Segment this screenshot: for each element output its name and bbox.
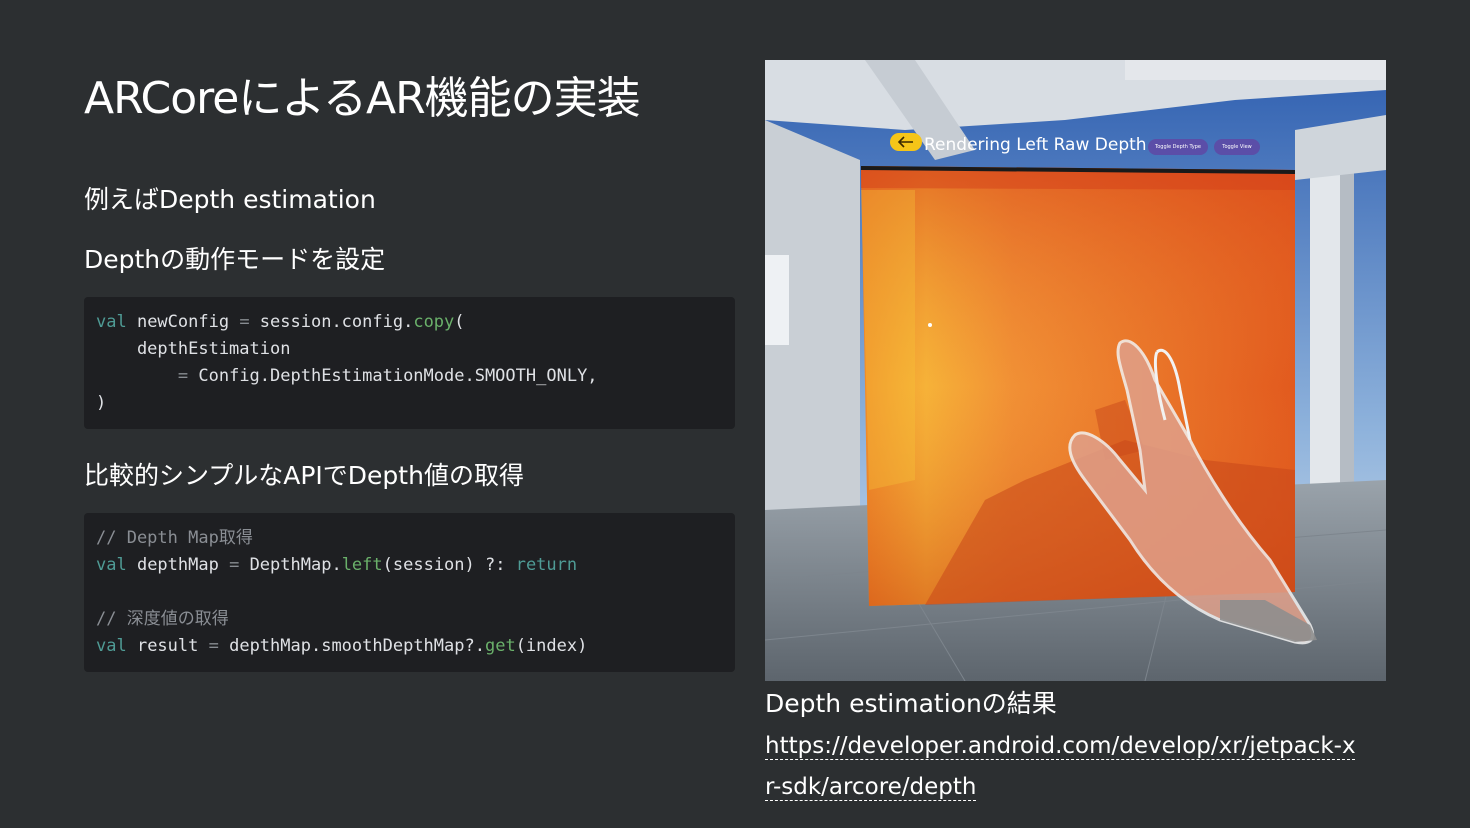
subtitle-depth-mode: Depthの動作モードを設定 — [84, 245, 386, 274]
code-operator: = — [208, 636, 219, 656]
code-comment: // 深度値の取得 — [96, 609, 229, 629]
code-text: ) — [96, 393, 107, 413]
code-keyword: val — [96, 636, 127, 656]
code-function: left — [341, 555, 383, 575]
toggle-depth-type-button[interactable]: Toggle Depth Type — [1148, 139, 1208, 155]
code-function: get — [484, 636, 516, 656]
code-text: depthEstimation — [96, 339, 291, 359]
panel-title: Rendering Left Raw Depth — [924, 135, 1147, 155]
pointer-dot — [928, 323, 932, 327]
code-text: newConfig — [126, 312, 240, 332]
slide-title: ARCoreによるAR機能の実装 — [84, 73, 641, 124]
code-text: result — [126, 636, 209, 656]
code-text: DepthMap. — [239, 555, 342, 575]
subtitle-depth-estimation: 例えばDepth estimation — [84, 185, 376, 214]
code-line: ) — [96, 390, 723, 417]
subtitle-simple-api: 比較的シンプルなAPIでDepth値の取得 — [84, 461, 524, 490]
depth-estimation-screenshot: Rendering Left Raw Depth Toggle Depth Ty… — [765, 60, 1386, 681]
code-line: = Config.DepthEstimationMode.SMOOTH_ONLY… — [96, 363, 723, 390]
code-keyword: val — [96, 555, 127, 575]
code-line: // Depth Map取得 — [96, 525, 723, 552]
code-line: depthEstimation — [96, 336, 723, 363]
code-text: session.config. — [249, 312, 414, 332]
code-line: // 深度値の取得 — [96, 606, 723, 633]
code-line: val depthMap = DepthMap.left(session) ?:… — [96, 552, 723, 579]
screenshot-caption: Depth estimationの結果 — [765, 689, 1057, 718]
code-keyword: val — [96, 312, 127, 332]
code-block-config: val newConfig = session.config.copy( dep… — [84, 297, 735, 429]
code-line: val result = depthMap.smoothDepthMap?.ge… — [96, 633, 723, 660]
toggle-view-button[interactable]: Toggle View — [1214, 139, 1260, 155]
code-line: val newConfig = session.config.copy( — [96, 309, 723, 336]
code-operator: = — [239, 312, 250, 332]
code-text: Config.DepthEstimationMode.SMOOTH_ONLY, — [188, 366, 598, 386]
code-operator: = — [229, 555, 240, 575]
code-keyword: return — [515, 555, 578, 575]
code-operator: = — [177, 366, 189, 386]
code-text: (session) ?: — [382, 555, 516, 575]
code-text: depthMap.smoothDepthMap?. — [218, 636, 485, 656]
code-text: (index) — [515, 636, 588, 656]
code-comment: // Depth Map取得 — [96, 528, 253, 548]
reference-link[interactable]: https://developer.android.com/develop/xr… — [765, 726, 1365, 808]
code-text: depthMap — [126, 555, 230, 575]
code-text: ( — [454, 312, 465, 332]
code-block-depth-map: // Depth Map取得 val depthMap = DepthMap.l… — [84, 513, 735, 672]
code-function: copy — [413, 312, 455, 332]
